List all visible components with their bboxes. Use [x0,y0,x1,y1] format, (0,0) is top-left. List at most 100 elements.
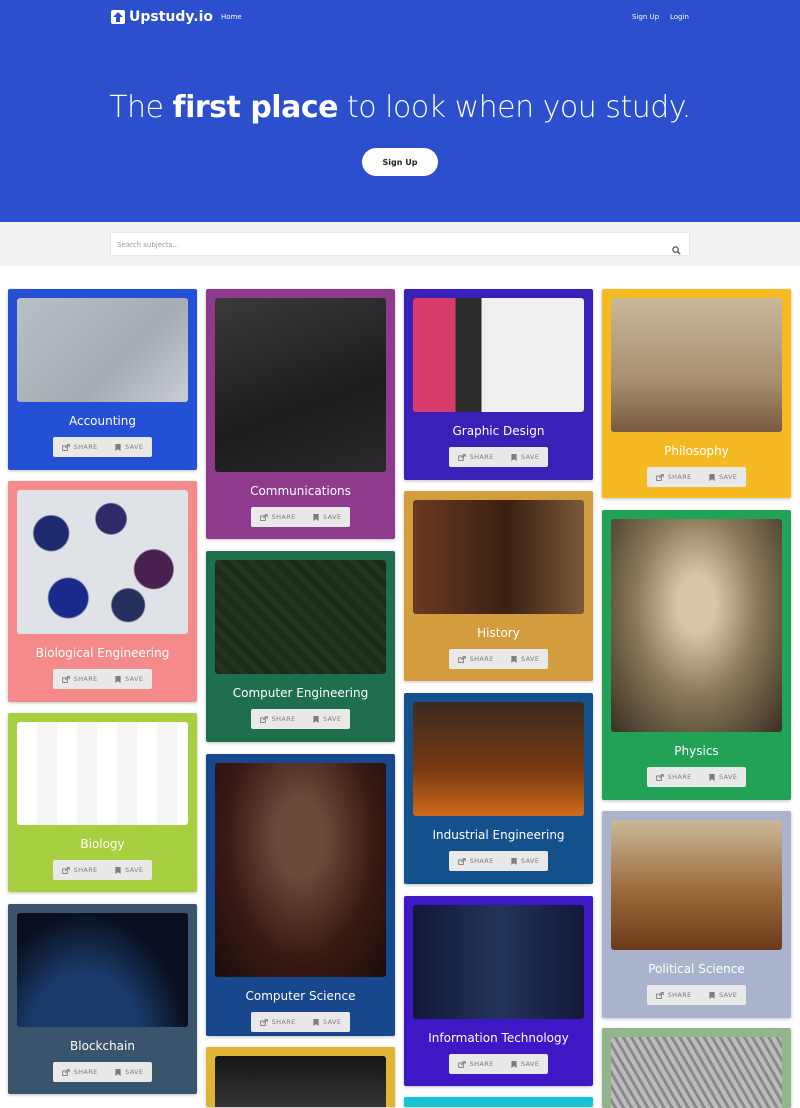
subject-card[interactable]: Biological Engineering SHARE SAVE [8,481,197,702]
nav-home-link[interactable]: Home [221,13,242,21]
subject-thumbnail[interactable] [413,702,584,816]
hero-signup-button[interactable]: Sign Up [362,148,438,176]
save-label: SAVE [124,866,144,874]
share-button[interactable]: SHARE [61,866,98,874]
save-button[interactable]: SAVE [511,1060,539,1068]
subject-thumbnail[interactable] [413,905,584,1019]
subject-card[interactable]: Information Technology SHARE SAVE [404,896,593,1086]
subject-thumbnail[interactable] [611,1037,782,1108]
save-button[interactable]: SAVE [709,991,737,999]
subject-thumbnail[interactable] [215,763,386,977]
bookmark-icon [511,1060,517,1068]
save-button[interactable]: SAVE [511,453,539,461]
save-label: SAVE [718,473,738,481]
subject-thumbnail[interactable] [413,500,584,614]
share-icon [457,655,466,663]
subject-thumbnail[interactable] [413,298,584,412]
subject-card[interactable]: Physics SHARE SAVE [602,510,791,800]
brand-logo[interactable]: Upstudy.io [111,9,213,25]
share-button[interactable]: SHARE [259,1018,296,1026]
subject-title[interactable]: Accounting [8,414,197,428]
subject-thumbnail[interactable] [611,298,782,432]
subject-card-partial[interactable] [602,1028,791,1108]
share-button[interactable]: SHARE [457,857,494,865]
save-button[interactable]: SAVE [115,675,143,683]
brand-name: Upstudy.io [129,9,213,25]
subject-title[interactable]: Political Science [602,962,791,976]
subject-title[interactable]: Communications [206,484,395,498]
save-button[interactable]: SAVE [313,513,341,521]
save-button[interactable]: SAVE [115,866,143,874]
subject-thumbnail[interactable] [17,913,188,1027]
subject-title[interactable]: Graphic Design [404,424,593,438]
save-button[interactable]: SAVE [511,857,539,865]
share-button[interactable]: SHARE [259,513,296,521]
save-button[interactable]: SAVE [313,1018,341,1026]
save-button[interactable]: SAVE [709,473,737,481]
share-icon [61,1068,70,1076]
share-button[interactable]: SHARE [655,773,692,781]
save-button[interactable]: SAVE [511,655,539,663]
subject-thumbnail[interactable] [215,560,386,674]
subject-title[interactable]: Computer Science [206,989,395,1003]
share-label: SHARE [271,715,296,723]
subject-thumbnail[interactable] [215,298,386,472]
subject-thumbnail[interactable] [17,490,188,634]
share-button[interactable]: SHARE [61,675,98,683]
headline-text-end: to look when you study. [337,90,691,125]
subject-thumbnail[interactable] [17,298,188,402]
subject-card[interactable]: Biology SHARE SAVE [8,713,197,892]
share-label: SHARE [469,1060,494,1068]
save-button[interactable]: SAVE [115,443,143,451]
save-button[interactable]: SAVE [709,773,737,781]
subject-title[interactable]: Computer Engineering [206,686,395,700]
subject-thumbnail[interactable] [17,722,188,825]
save-label: SAVE [322,1018,342,1026]
share-button[interactable]: SHARE [655,991,692,999]
subject-thumbnail[interactable] [215,1056,386,1107]
share-button[interactable]: SHARE [61,443,98,451]
card-action-bar: SHARE SAVE [251,507,350,527]
save-button[interactable]: SAVE [313,715,341,723]
subject-card[interactable]: Accounting SHARE SAVE [8,289,197,470]
subject-card[interactable]: Blockchain SHARE SAVE [8,904,197,1094]
headline-emphasis: first place [172,90,339,125]
share-button[interactable]: SHARE [259,715,296,723]
nav-signup-link[interactable]: Sign Up [632,13,659,21]
share-button[interactable]: SHARE [61,1068,98,1076]
card-action-bar: SHARE SAVE [53,860,152,880]
share-label: SHARE [667,473,692,481]
subject-title[interactable]: Physics [602,744,791,758]
subject-title[interactable]: Information Technology [404,1031,593,1045]
subject-title[interactable]: Biological Engineering [8,646,197,660]
subject-card[interactable]: Computer Engineering SHARE SAVE [206,551,395,742]
search-bar [110,232,690,256]
share-label: SHARE [73,443,98,451]
share-label: SHARE [73,675,98,683]
share-button[interactable]: SHARE [457,1060,494,1068]
subject-card[interactable]: Communications SHARE SAVE [206,289,395,539]
subject-card-partial[interactable] [404,1097,593,1107]
nav-login-link[interactable]: Login [670,13,689,21]
share-button[interactable]: SHARE [655,473,692,481]
subject-card[interactable]: Computer Science SHARE SAVE [206,754,395,1036]
subject-title[interactable]: Industrial Engineering [404,828,593,842]
subject-card[interactable]: Philosophy SHARE SAVE [602,289,791,498]
subject-thumbnail[interactable] [611,820,782,950]
subject-card[interactable]: Industrial Engineering SHARE SAVE [404,693,593,884]
share-button[interactable]: SHARE [457,655,494,663]
subject-thumbnail[interactable] [611,519,782,732]
subject-card[interactable]: History SHARE SAVE [404,491,593,681]
subject-card[interactable]: Graphic Design SHARE SAVE [404,289,593,480]
search-input[interactable] [117,238,657,252]
subject-card[interactable]: Political Science SHARE SAVE [602,811,791,1018]
save-button[interactable]: SAVE [115,1068,143,1076]
subject-title[interactable]: History [404,626,593,640]
search-icon[interactable] [672,240,681,259]
subject-title[interactable]: Philosophy [602,444,791,458]
share-button[interactable]: SHARE [457,453,494,461]
subject-title[interactable]: Blockchain [8,1039,197,1053]
subject-title[interactable]: Biology [8,837,197,851]
subject-card-partial[interactable] [206,1047,395,1107]
card-action-bar: SHARE SAVE [449,447,548,467]
